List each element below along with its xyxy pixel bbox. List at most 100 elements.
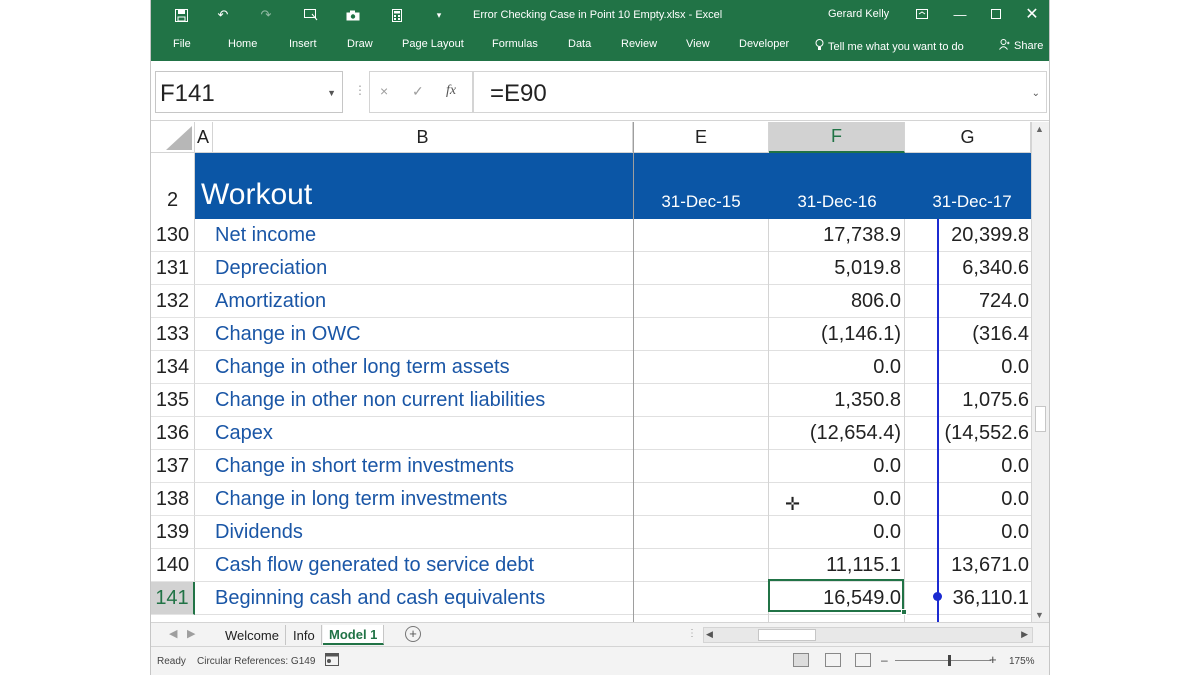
cell-f-value[interactable]: 5,019.8 [769,252,901,285]
touch-mode-icon[interactable] [301,6,321,24]
prev-sheet-icon[interactable]: ◀ [169,627,177,640]
column-header-a[interactable]: A [195,122,213,153]
page-layout-view-icon[interactable] [825,653,841,667]
zoom-slider-thumb[interactable] [948,655,951,666]
tab-formulas[interactable]: Formulas [492,38,538,50]
row-label[interactable]: Change in short term investments [215,450,514,483]
row-label[interactable]: Depreciation [215,252,327,285]
row-label[interactable]: Change in OWC [215,318,361,351]
redo-icon[interactable]: ↷ [256,6,276,24]
close-icon[interactable]: ✕ [1019,4,1045,24]
vertical-scrollbar[interactable]: ▲ ▼ [1031,122,1049,622]
normal-view-icon[interactable] [793,653,809,667]
tab-home[interactable]: Home [228,38,257,50]
scroll-right-icon[interactable]: ▶ [1021,629,1028,640]
row-label[interactable]: Change in other long term assets [215,351,510,384]
row-header[interactable]: 135 [151,384,195,417]
cell-f-value[interactable]: 11,115.1 [769,549,901,582]
column-header-b[interactable]: B [213,122,633,153]
share-button[interactable]: Share [999,39,1043,53]
zoom-out-icon[interactable]: – [881,653,888,667]
cell-f-value[interactable]: 0.0 [769,450,901,483]
row-label[interactable]: Beginning cash and cash equivalents [215,582,545,615]
scroll-down-icon[interactable]: ▼ [1035,610,1044,620]
expand-formula-bar-icon[interactable]: ⌄ [1032,88,1040,99]
row-header-2[interactable]: 2 [151,153,195,219]
row-header[interactable]: 132 [151,285,195,318]
zoom-in-icon[interactable]: + [989,652,997,667]
row-header[interactable]: 138 [151,483,195,516]
minimize-icon[interactable]: — [947,4,973,24]
select-all-corner[interactable] [151,122,195,153]
row-label[interactable]: Change in long term investments [215,483,507,516]
row-header[interactable]: 131 [151,252,195,285]
scroll-up-icon[interactable]: ▲ [1035,124,1044,134]
cell-g-value[interactable]: 13,671.0 [905,549,1029,582]
page-break-preview-icon[interactable] [855,653,871,667]
cell-g-value[interactable]: 20,399.8 [905,219,1029,252]
tab-page-layout[interactable]: Page Layout [402,38,464,50]
add-sheet-icon[interactable]: + [405,626,421,642]
row-label[interactable]: Change in other non current liabilities [215,384,545,417]
tab-draw[interactable]: Draw [347,38,373,50]
zoom-slider[interactable] [895,660,991,661]
row-label[interactable]: Capex [215,417,273,450]
selected-cell-f141[interactable] [768,579,904,612]
row-header[interactable]: 130 [151,219,195,252]
formula-bar-grip-icon[interactable]: ⋮ [354,83,366,97]
tab-data[interactable]: Data [568,38,591,50]
cell-g-value[interactable]: (14,552.6 [905,417,1029,450]
chevron-down-icon[interactable]: ▼ [327,88,336,98]
cell-g-value[interactable]: 0.0 [905,351,1029,384]
next-sheet-icon[interactable]: ▶ [187,627,195,640]
column-header-e[interactable]: E [634,122,769,153]
cell-g-value[interactable]: (316.4 [905,318,1029,351]
maximize-icon[interactable] [983,4,1009,24]
cell-f-value[interactable]: 0.0 [769,516,901,549]
row-label[interactable]: Dividends [215,516,303,549]
cell-g-value[interactable]: 0.0 [905,450,1029,483]
tab-file[interactable]: File [173,38,191,50]
save-icon[interactable] [171,6,191,24]
cancel-icon[interactable]: × [380,83,388,99]
cell-f-value[interactable]: 17,738.9 [769,219,901,252]
tab-insert[interactable]: Insert [289,38,317,50]
cell-f-value[interactable]: 806.0 [769,285,901,318]
column-header-f[interactable]: F [769,122,905,153]
row-label[interactable]: Net income [215,219,316,252]
row-header[interactable]: 133 [151,318,195,351]
macro-record-icon[interactable] [325,653,339,669]
enter-icon[interactable]: ✓ [412,83,424,100]
cell-g-value[interactable]: 6,340.6 [905,252,1029,285]
cell-f-value[interactable]: (12,654.4) [769,417,901,450]
cell-g-value[interactable]: 1,075.6 [905,384,1029,417]
formula-input[interactable]: =E90 ⌄ [473,71,1047,113]
cell-f-value[interactable]: (1,146.1) [769,318,901,351]
row-header[interactable]: 141 [151,582,195,615]
sheet-tab-model-1[interactable]: Model 1 [323,625,385,645]
calculator-icon[interactable] [387,6,407,24]
tab-developer[interactable]: Developer [739,38,789,50]
row-header[interactable]: 136 [151,417,195,450]
vertical-scroll-thumb[interactable] [1035,406,1046,432]
cell-g-value[interactable]: 36,110.1 [905,582,1029,615]
camera-icon[interactable] [343,6,363,24]
fill-handle[interactable] [901,609,907,615]
tab-split-handle-icon[interactable]: ⋮ [687,628,697,639]
row-label[interactable]: Cash flow generated to service debt [215,549,534,582]
cell-f-value[interactable]: 0.0 [769,351,901,384]
horizontal-scroll-thumb[interactable] [758,629,816,641]
cell-f-value[interactable]: 1,350.8 [769,384,901,417]
customize-qat-icon[interactable]: ▾ [429,6,449,24]
row-label[interactable]: Amortization [215,285,326,318]
user-name[interactable]: Gerard Kelly [828,8,889,20]
tell-me-search[interactable]: Tell me what you want to do [815,39,964,54]
cell-g-value[interactable]: 0.0 [905,483,1029,516]
row-header[interactable]: 137 [151,450,195,483]
tab-review[interactable]: Review [621,38,657,50]
undo-icon[interactable]: ↶ [213,6,233,24]
insert-function-icon[interactable]: fx [446,83,456,99]
row-header[interactable]: 139 [151,516,195,549]
row-header[interactable]: 134 [151,351,195,384]
name-box[interactable]: F141 ▼ [155,71,343,113]
